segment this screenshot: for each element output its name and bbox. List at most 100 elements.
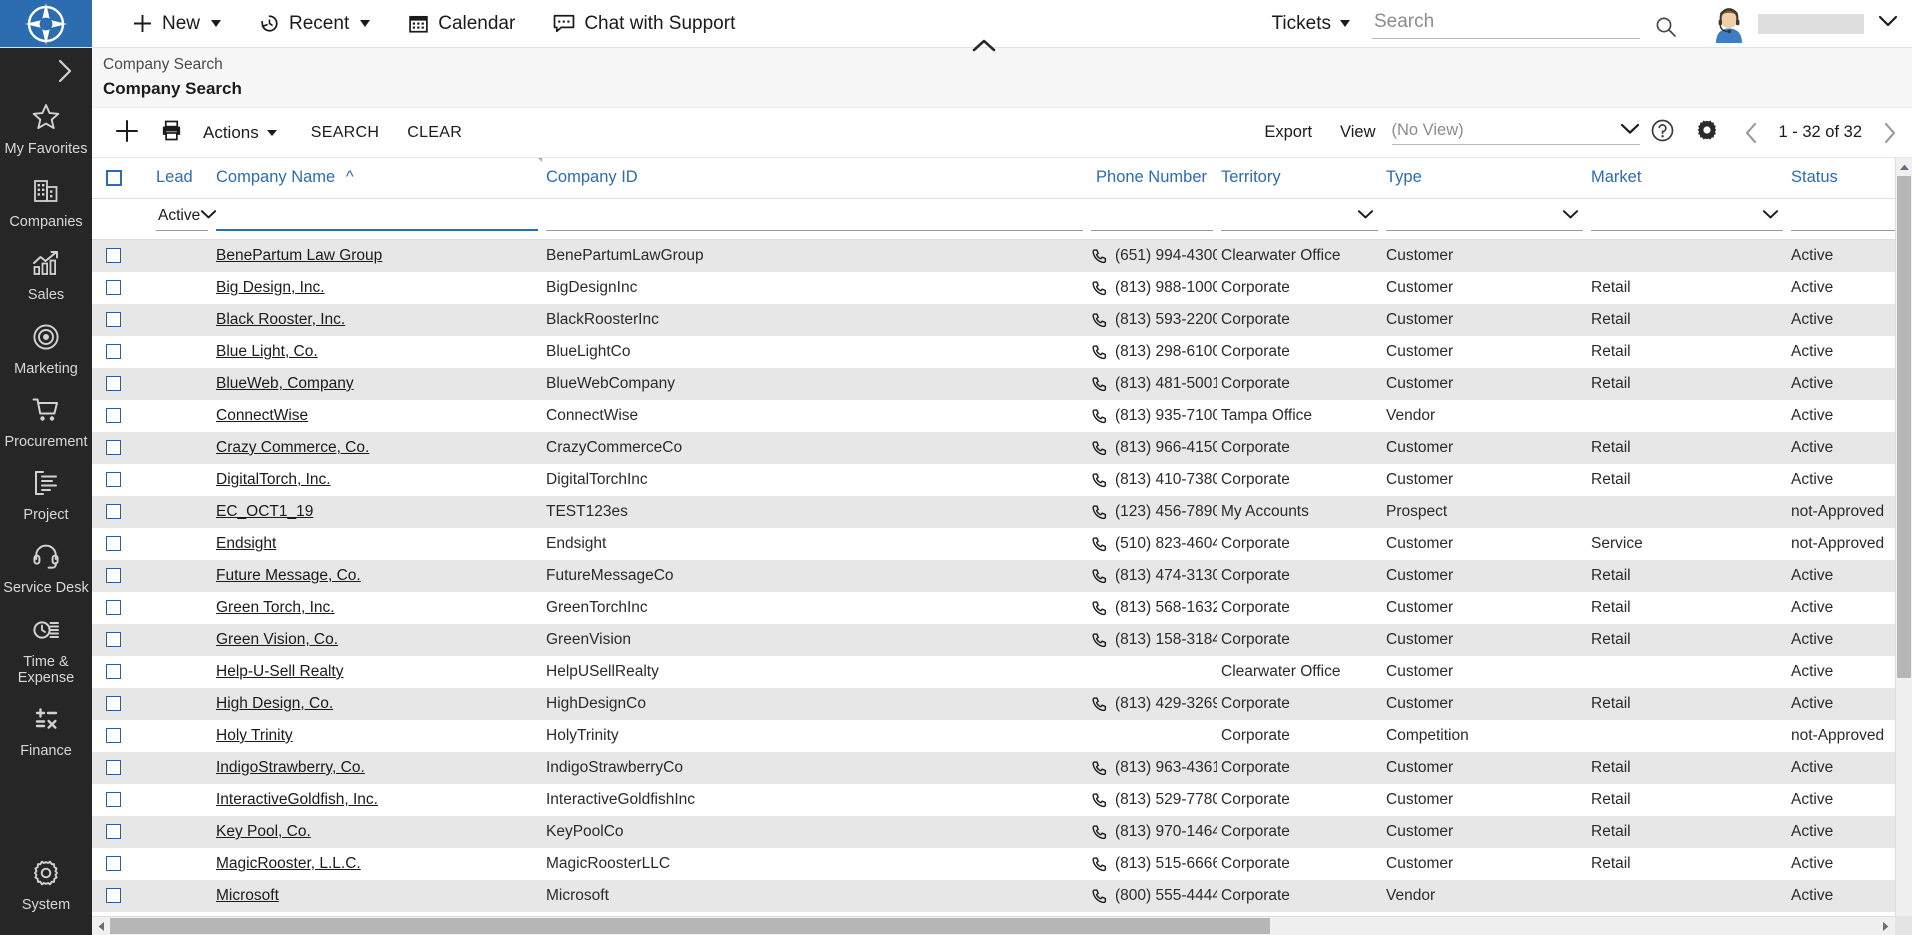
row-checkbox[interactable]	[106, 728, 121, 744]
company-name-link[interactable]: Black Rooster, Inc.	[216, 311, 345, 328]
row-checkbox[interactable]	[106, 888, 121, 904]
company-name-link[interactable]: ConnectWise	[216, 407, 308, 424]
view-select[interactable]: (No View)	[1391, 121, 1640, 145]
row-checkbox[interactable]	[106, 568, 121, 584]
table-row[interactable]: Key Pool, Co. KeyPoolCo (813) 970-1464 Corp…	[92, 816, 1912, 848]
phone-icon[interactable]	[1091, 888, 1108, 905]
horizontal-scrollbar[interactable]	[92, 916, 1912, 935]
company-name-link[interactable]: DigitalTorch, Inc.	[216, 471, 331, 488]
company-name-link[interactable]: Microsoft	[216, 887, 279, 904]
phone-icon[interactable]	[1091, 408, 1108, 425]
export-button[interactable]: Export	[1264, 123, 1340, 142]
phone-icon[interactable]	[1091, 824, 1108, 841]
table-row[interactable]: Blue Light, Co. BlueLightCo (813) 298-6100…	[92, 336, 1912, 368]
company-name-link[interactable]: Green Torch, Inc.	[216, 599, 335, 616]
print-button[interactable]	[152, 119, 199, 147]
column-header-phone-number[interactable]: Phone Number	[1087, 158, 1217, 199]
table-row[interactable]: Microsoft Microsoft (800) 555-4444 Corporat…	[92, 880, 1912, 912]
phone-icon[interactable]	[1091, 696, 1108, 713]
column-header-market[interactable]: Market	[1587, 158, 1787, 199]
sidebar-item-companies[interactable]: Companies	[0, 166, 92, 239]
row-checkbox[interactable]	[106, 440, 121, 456]
prev-page-button[interactable]	[1737, 121, 1765, 145]
phone-icon[interactable]	[1091, 376, 1108, 393]
row-checkbox[interactable]	[106, 504, 121, 520]
scroll-left-icon[interactable]	[92, 917, 110, 935]
table-row[interactable]: Holy Trinity HolyTrinity Corporate Competit…	[92, 720, 1912, 752]
company-name-link[interactable]: Crazy Commerce, Co.	[216, 439, 369, 456]
phone-icon[interactable]	[1091, 280, 1108, 297]
market-filter-select[interactable]	[1591, 205, 1783, 231]
column-header-type[interactable]: Type	[1382, 158, 1587, 199]
phone-icon[interactable]	[1091, 504, 1108, 521]
search-icon[interactable]	[1654, 15, 1678, 39]
table-row[interactable]: InteractiveGoldfish, Inc. InteractiveGold…	[92, 784, 1912, 816]
row-checkbox[interactable]	[106, 312, 121, 328]
breadcrumb-parent[interactable]: Company Search	[100, 54, 1912, 79]
row-checkbox[interactable]	[106, 600, 121, 616]
sidebar-item-system[interactable]: System	[0, 849, 92, 935]
phone-icon[interactable]	[1091, 472, 1108, 489]
row-checkbox[interactable]	[106, 344, 121, 360]
column-header-territory[interactable]: Territory	[1217, 158, 1382, 199]
vertical-scrollbar[interactable]	[1895, 158, 1912, 935]
phone-icon[interactable]	[1091, 600, 1108, 617]
lead-filter-select[interactable]: Active	[156, 205, 217, 231]
table-row[interactable]: High Design, Co. HighDesignCo (813) 429-32…	[92, 688, 1912, 720]
row-checkbox[interactable]	[106, 280, 121, 296]
column-header-status[interactable]: Status	[1787, 158, 1912, 199]
app-logo[interactable]	[0, 0, 92, 47]
nav-recent[interactable]: Recent	[259, 0, 371, 47]
row-checkbox[interactable]	[106, 696, 121, 712]
company-id-filter-input[interactable]	[546, 206, 1083, 231]
row-checkbox[interactable]	[106, 760, 121, 776]
sidebar-item-time-expense[interactable]: Time & Expense	[0, 606, 92, 695]
phone-icon[interactable]	[1091, 632, 1108, 649]
phone-number-filter-input[interactable]	[1091, 206, 1213, 231]
row-checkbox[interactable]	[106, 664, 121, 680]
phone-icon[interactable]	[1091, 536, 1108, 553]
sidebar-item-service-desk[interactable]: Service Desk	[0, 532, 92, 605]
table-row[interactable]: ConnectWise ConnectWise (813) 935-7100 Tamp…	[92, 400, 1912, 432]
sidebar-item-project[interactable]: Project	[0, 459, 92, 532]
table-row[interactable]: Green Torch, Inc. GreenTorchInc (813) 568-…	[92, 592, 1912, 624]
table-row[interactable]: Black Rooster, Inc. BlackRoosterInc (813) …	[92, 304, 1912, 336]
phone-icon[interactable]	[1091, 440, 1108, 457]
company-name-link[interactable]: Key Pool, Co.	[216, 823, 311, 840]
company-name-link[interactable]: MagicRooster, L.L.C.	[216, 855, 361, 872]
company-name-link[interactable]: BenePartum Law Group	[216, 247, 382, 264]
table-row[interactable]: IndigoStrawberry, Co. IndigoStrawberryCo (…	[92, 752, 1912, 784]
company-name-link[interactable]: Help-U-Sell Realty	[216, 663, 343, 680]
company-name-link[interactable]: Holy Trinity	[216, 727, 293, 744]
sidebar-item-finance[interactable]: Finance	[0, 695, 92, 768]
phone-icon[interactable]	[1091, 344, 1108, 361]
column-header-company-name[interactable]: Company Name ^	[212, 158, 542, 199]
search-input[interactable]	[1372, 8, 1640, 39]
clear-button[interactable]: CLEAR	[393, 124, 476, 142]
company-name-link[interactable]: EC_OCT1_19	[216, 503, 313, 520]
company-name-link[interactable]: Future Message, Co.	[216, 567, 361, 584]
phone-icon[interactable]	[1091, 312, 1108, 329]
table-row[interactable]: Future Message, Co. FutureMessageCo (813) …	[92, 560, 1912, 592]
territory-filter-select[interactable]	[1221, 205, 1378, 231]
table-row[interactable]: BlueWeb, Company BlueWebCompany (813) 481-…	[92, 368, 1912, 400]
table-row[interactable]: Endsight Endsight (510) 823-4604 Corporate C…	[92, 528, 1912, 560]
chevron-down-icon[interactable]	[1878, 15, 1898, 33]
row-checkbox[interactable]	[106, 856, 121, 872]
company-name-filter-input[interactable]	[216, 205, 538, 231]
row-checkbox[interactable]	[106, 408, 121, 424]
nav-chat-with-support[interactable]: Chat with Support	[553, 0, 735, 47]
sidebar-item-my-favorites[interactable]: My Favorites	[0, 93, 92, 166]
company-name-link[interactable]: High Design, Co.	[216, 695, 333, 712]
grid-settings-button[interactable]	[1685, 118, 1729, 147]
search-button[interactable]: SEARCH	[297, 124, 393, 142]
column-header-lead[interactable]: Lead	[152, 158, 212, 199]
company-name-link[interactable]: InteractiveGoldfish, Inc.	[216, 791, 378, 808]
company-name-link[interactable]: IndigoStrawberry, Co.	[216, 759, 365, 776]
actions-dropdown[interactable]: Actions	[199, 123, 297, 143]
phone-icon[interactable]	[1091, 760, 1108, 777]
row-checkbox[interactable]	[106, 472, 121, 488]
vertical-scroll-thumb[interactable]	[1897, 176, 1911, 678]
next-page-button[interactable]	[1876, 121, 1904, 145]
row-checkbox[interactable]	[106, 792, 121, 808]
